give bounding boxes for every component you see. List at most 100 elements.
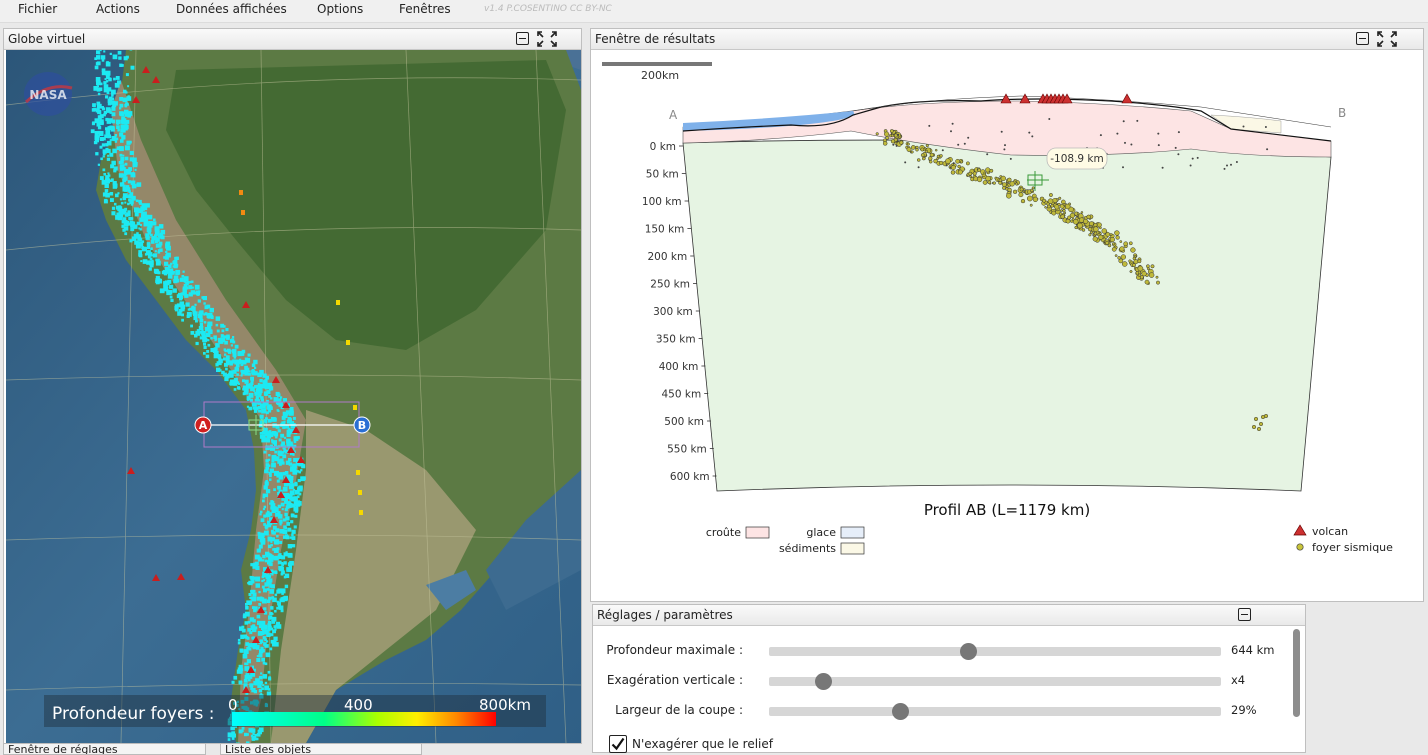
epicenter-dot — [203, 345, 207, 349]
epicenter-dot — [207, 343, 211, 347]
svg-text:NASA: NASA — [29, 88, 67, 102]
hypocentre — [910, 150, 914, 154]
epicenter-dot — [281, 508, 284, 511]
epicenter-dot — [106, 91, 110, 95]
epicenter-dot — [284, 436, 287, 439]
hypocentre — [1028, 131, 1031, 134]
globe-view[interactable]: NASA A B Profondeur foyers : 0 400 800km — [6, 50, 581, 743]
epicenter-dot — [131, 183, 137, 189]
relief-only-checkbox[interactable] — [609, 735, 627, 753]
epicenter-dot — [268, 544, 272, 549]
maximize-icon[interactable] — [1376, 30, 1398, 48]
hypocentre — [1083, 218, 1089, 224]
epicenter-dot — [297, 486, 301, 489]
epicenter-dot — [97, 92, 101, 96]
epicenter-dot — [286, 567, 291, 572]
deep-epicenter-dot — [359, 510, 363, 515]
epicenter-dot — [254, 366, 257, 369]
tab-liste-objets[interactable]: Liste des objets — [220, 743, 422, 755]
epicenter-dot — [121, 116, 125, 120]
slider-depth[interactable] — [769, 643, 1221, 660]
epicenter-dot — [276, 535, 279, 538]
epicenter-dot — [250, 376, 254, 381]
epicenter-dot — [102, 168, 106, 172]
hypocentre — [949, 166, 952, 169]
slider-exaggeration[interactable] — [769, 673, 1221, 690]
epicenter-dot — [194, 303, 197, 306]
epicenter-dot — [99, 137, 104, 141]
maximize-icon[interactable] — [536, 30, 558, 48]
hypocentre — [955, 158, 960, 164]
menu-options[interactable]: Options — [317, 2, 363, 16]
epicenter-dot — [129, 140, 132, 144]
epicenter-dot — [99, 145, 103, 149]
epicenter-dot — [263, 450, 267, 454]
menu-donnees-affichees[interactable]: Données affichées — [176, 2, 287, 16]
epicenter-dot — [141, 246, 145, 249]
epicenter-dot — [204, 305, 209, 310]
epicenter-dot — [105, 80, 109, 83]
epicenter-dot — [264, 386, 267, 390]
epicenter-dot — [270, 540, 273, 543]
epicenter-dot — [281, 441, 285, 446]
epicenter-dot — [186, 314, 190, 318]
epicenter-dot — [272, 440, 277, 445]
slider-thumb-depth[interactable] — [959, 643, 977, 660]
depth-tick-label: 600 km — [670, 471, 710, 483]
epicenter-dot — [265, 421, 268, 424]
epicenter-dot — [95, 62, 99, 66]
epicenter-dot — [257, 531, 261, 535]
epicenter-dot — [101, 59, 105, 62]
deep-epicenter-dot — [353, 405, 357, 410]
epicenter-dot — [264, 393, 268, 396]
epicenter-dot — [265, 375, 269, 380]
slider-value-depth: 644 km — [1231, 643, 1275, 657]
epicenter-dot — [271, 459, 275, 463]
point-a-marker[interactable]: A — [194, 416, 212, 434]
hypocentre — [1000, 130, 1003, 133]
epicenter-dot — [164, 280, 170, 286]
epicenter-dot — [277, 560, 282, 565]
hypocentre — [1089, 221, 1094, 226]
epicenter-dot — [104, 183, 109, 188]
epicenter-dot — [265, 652, 271, 658]
epicenter-dot — [221, 329, 225, 333]
epicenter-dot — [259, 414, 264, 419]
minimize-icon[interactable] — [1356, 32, 1369, 45]
epicenter-dot — [137, 236, 142, 241]
hypocentre — [1093, 222, 1098, 228]
hypocentre — [1093, 226, 1099, 232]
hypocentre — [965, 161, 970, 166]
epicenter-dot — [236, 363, 240, 368]
hypocentre — [1161, 166, 1164, 169]
menu-fichier[interactable]: Fichier — [18, 2, 57, 16]
epicenter-dot — [260, 398, 264, 402]
epicenter-dot — [247, 582, 250, 585]
epicenter-dot — [280, 433, 285, 438]
hypocentre — [1060, 209, 1063, 212]
minimize-icon[interactable] — [516, 32, 529, 45]
epicenter-dot — [175, 256, 179, 260]
slider-width[interactable] — [769, 703, 1221, 720]
epicenter-dot — [159, 288, 165, 294]
minimize-icon[interactable] — [1238, 608, 1251, 621]
epicenter-dot — [124, 213, 129, 217]
slider-thumb-exaggeration[interactable] — [815, 673, 833, 690]
tab-fenetre-reglages[interactable]: Fenêtre de réglages — [3, 743, 206, 755]
menu-actions[interactable]: Actions — [96, 2, 140, 16]
hypocentre — [882, 141, 888, 146]
epicenter-dot — [165, 241, 168, 244]
svg-text:A: A — [199, 419, 208, 432]
epicenter-dot — [239, 351, 245, 356]
hypocentre — [1128, 259, 1132, 263]
epicenter-dot — [97, 109, 102, 115]
slider-thumb-width[interactable] — [892, 703, 910, 720]
menu-fenetres[interactable]: Fenêtres — [399, 2, 451, 16]
epicenter-dot — [297, 479, 301, 483]
profile-view[interactable]: 200km A B 0 km 50 km 100 km 150 km 200 km 250… — [591, 49, 1423, 601]
epicenter-dot — [257, 535, 261, 538]
point-b-marker[interactable]: B — [353, 416, 371, 434]
hypocentre — [1080, 211, 1084, 214]
epicenter-dot — [153, 237, 156, 241]
settings-scrollbar[interactable] — [1293, 629, 1300, 717]
